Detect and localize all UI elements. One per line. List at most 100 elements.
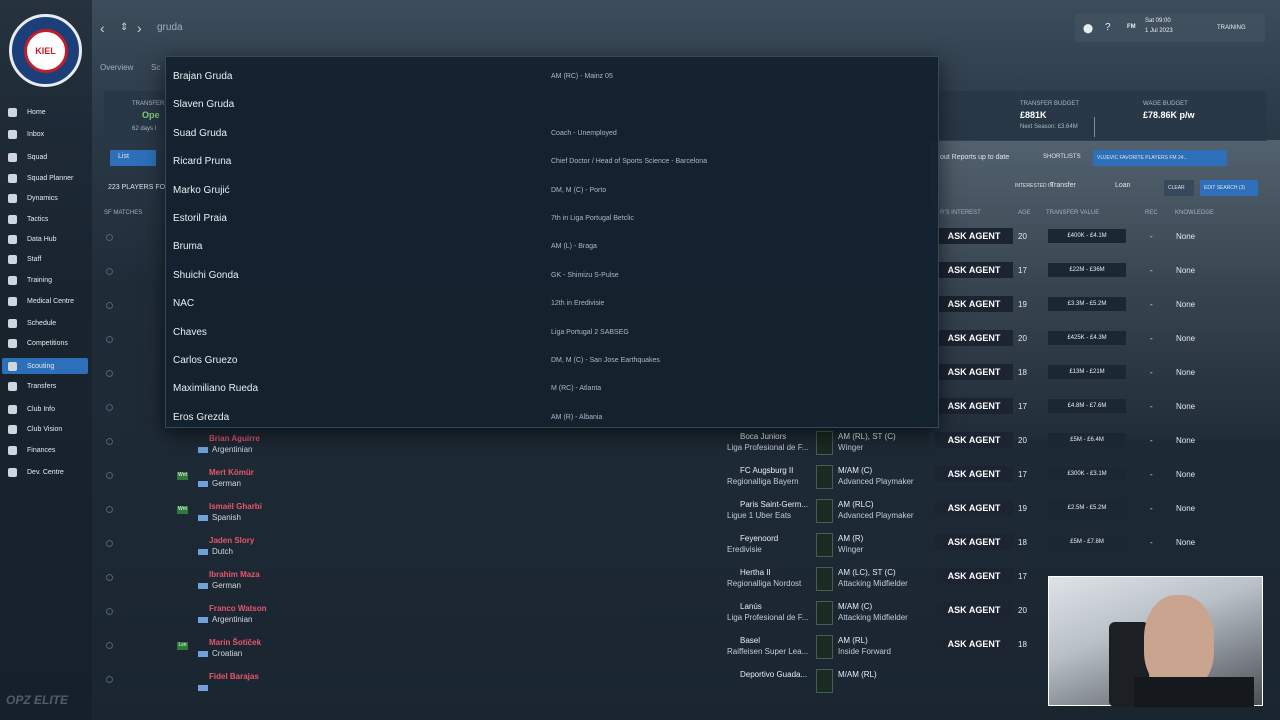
sidebar-item-training[interactable]: Training <box>2 272 88 288</box>
transfer-checkbox-label[interactable]: Transfer <box>1050 182 1076 198</box>
table-row[interactable]: Jaden Slory Dutch Feyenoord Eredivisie AM (R… <box>104 530 1267 564</box>
player-club[interactable]: Feyenoord <box>740 534 778 543</box>
sidebar-item-dynamics[interactable]: Dynamics <box>2 190 88 206</box>
continue-status[interactable]: TRAINING <box>1217 25 1246 31</box>
col-sf-matches[interactable]: SF MATCHES <box>104 210 142 216</box>
back-arrow-icon[interactable]: ‹ <box>100 20 105 36</box>
search-result-item[interactable]: Eros Grezda AM (R) - Albania <box>166 403 940 431</box>
col-interest[interactable]: R'S INTEREST <box>940 210 981 216</box>
search-result-item[interactable]: Suad Gruda Coach - Unemployed <box>166 119 940 147</box>
sidebar-item-home[interactable]: Home <box>2 104 88 120</box>
search-result-item[interactable]: Shuichi Gonda GK - Shimizu S-Pulse <box>166 261 940 289</box>
sidebar-item-tactics[interactable]: Tactics <box>2 211 88 227</box>
sidebar-item-squad[interactable]: Squad <box>2 149 88 165</box>
search-result-item[interactable]: Ricard Pruna Chief Doctor / Head of Sport… <box>166 147 940 175</box>
search-result-item[interactable]: Maximiliano Rueda M (RC) - Atlanta <box>166 374 940 402</box>
fm-label[interactable]: FM <box>1127 24 1136 30</box>
sidebar-item-medical-centre[interactable]: Medical Centre <box>2 293 88 309</box>
search-results-dropdown[interactable]: Brajan Gruda AM (RC) - Mainz 05 Slaven Gru… <box>165 56 1095 431</box>
sidebar-item-finances[interactable]: Finances <box>2 442 88 458</box>
tab-overview[interactable]: Overview <box>100 63 133 72</box>
ask-agent-button[interactable]: ASK AGENT <box>935 330 1013 346</box>
player-name[interactable]: Ismaël Gharbi <box>209 502 262 511</box>
ask-agent-button[interactable]: ASK AGENT <box>935 432 1013 448</box>
sidebar-item-competitions[interactable]: Competitions <box>2 335 88 351</box>
tab-scouting[interactable]: Sc <box>151 63 160 72</box>
pin-icon[interactable]: ⬤ <box>1083 23 1093 34</box>
ask-agent-button[interactable]: ASK AGENT <box>935 398 1013 414</box>
player-club[interactable]: FC Augsburg II <box>740 466 793 475</box>
player-name[interactable]: Marin Šotiček <box>209 638 261 647</box>
player-name[interactable]: Brian Aguirre <box>209 434 260 443</box>
search-result-item[interactable]: Chaves Liga Portugal 2 SABSEG <box>166 318 940 346</box>
player-club[interactable]: Basel <box>740 636 760 645</box>
table-row[interactable]: Brian Aguirre Argentinian Boca Juniors Liga… <box>104 428 1267 462</box>
select-dot[interactable] <box>106 642 113 649</box>
select-dot[interactable] <box>106 472 113 479</box>
select-dot[interactable] <box>106 370 113 377</box>
search-result-item[interactable]: Carlos Gruezo DM, M (C) - San Jose Earthq… <box>166 346 940 374</box>
date-continue-bar[interactable]: ⬤ ? FM Sat 09:00 1 Jul 2023 TRAINING <box>1075 14 1265 42</box>
col-age[interactable]: AGE <box>1018 210 1031 216</box>
search-result-item[interactable]: Bruma AM (L) - Braga <box>166 232 940 260</box>
loan-checkbox-label[interactable]: Loan <box>1115 182 1131 198</box>
select-dot[interactable] <box>106 336 113 343</box>
sidebar-item-club-info[interactable]: Club Info <box>2 401 88 417</box>
select-dot[interactable] <box>106 234 113 241</box>
clear-button[interactable]: CLEAR <box>1164 180 1194 196</box>
col-knowledge[interactable]: KNOWLEDGE <box>1175 210 1214 216</box>
sidebar-item-inbox[interactable]: Inbox <box>2 126 88 142</box>
col-rec[interactable]: REC <box>1145 210 1158 216</box>
select-dot[interactable] <box>106 404 113 411</box>
search-input[interactable]: gruda <box>157 22 183 33</box>
select-dot[interactable] <box>106 676 113 683</box>
player-name[interactable]: Franco Watson <box>209 604 266 613</box>
help-icon[interactable]: ? <box>1105 22 1111 33</box>
edit-search-button[interactable]: EDIT SEARCH (3) <box>1200 180 1258 196</box>
select-dot[interactable] <box>106 268 113 275</box>
sidebar-item-data-hub[interactable]: Data Hub <box>2 231 88 247</box>
sidebar-item-staff[interactable]: Staff <box>2 251 88 267</box>
player-club[interactable]: Boca Juniors <box>740 432 786 441</box>
ask-agent-button[interactable]: ASK AGENT <box>935 466 1013 482</box>
search-result-item[interactable]: Marko Grujić DM, M (C) - Porto <box>166 176 940 204</box>
sidebar-item-dev-centre[interactable]: Dev. Centre <box>2 464 88 480</box>
player-club[interactable]: Hertha II <box>740 568 771 577</box>
player-name[interactable]: Mert Kömür <box>209 468 254 477</box>
forward-arrow-icon[interactable]: › <box>137 20 142 36</box>
player-club[interactable]: Lanús <box>740 602 762 611</box>
search-result-item[interactable]: NAC 12th in Eredivisie <box>166 289 940 317</box>
ask-agent-button[interactable]: ASK AGENT <box>935 228 1013 244</box>
ask-agent-button[interactable]: ASK AGENT <box>935 296 1013 312</box>
club-crest[interactable]: KIEL <box>9 14 82 87</box>
search-result-item[interactable]: Estoril Praia 7th in Liga Portugal Betcli… <box>166 204 940 232</box>
ask-agent-button[interactable]: ASK AGENT <box>935 602 1013 618</box>
player-club[interactable]: Paris Saint-Germ... <box>740 500 808 509</box>
ask-agent-button[interactable]: ASK AGENT <box>935 636 1013 652</box>
player-name[interactable]: Jaden Slory <box>209 536 254 545</box>
search-result-item[interactable]: Slaven Gruda <box>166 90 940 118</box>
sidebar-item-club-vision[interactable]: Club Vision <box>2 421 88 437</box>
select-dot[interactable] <box>106 438 113 445</box>
ask-agent-button[interactable]: ASK AGENT <box>935 262 1013 278</box>
search-result-item[interactable]: Brajan Gruda AM (RC) - Mainz 05 <box>166 62 940 90</box>
sidebar-item-scouting[interactable]: Scouting <box>2 358 88 374</box>
dropdown-scrollbar[interactable] <box>1094 117 1095 137</box>
select-dot[interactable] <box>106 302 113 309</box>
player-name[interactable]: Fidel Barajas <box>209 672 259 681</box>
shortlist-select[interactable]: VUJEVIC FAVORITE PLAYERS FM 24... <box>1093 150 1227 166</box>
ask-agent-button[interactable]: ASK AGENT <box>935 500 1013 516</box>
table-row[interactable]: Wnt Ismaël Gharbi Spanish Paris Saint-Germ.… <box>104 496 1267 530</box>
table-row[interactable]: Wnt Mert Kömür German FC Augsburg II Regiona… <box>104 462 1267 496</box>
select-dot[interactable] <box>106 608 113 615</box>
player-club[interactable]: Deportivo Guada... <box>740 670 807 679</box>
sidebar-item-squad-planner[interactable]: Squad Planner <box>2 170 88 186</box>
list-view-button[interactable]: List <box>110 150 156 166</box>
ask-agent-button[interactable]: ASK AGENT <box>935 568 1013 584</box>
sidebar-item-transfers[interactable]: Transfers <box>2 378 88 394</box>
player-name[interactable]: Ibrahim Maza <box>209 570 260 579</box>
sidebar-item-schedule[interactable]: Schedule <box>2 315 88 331</box>
select-dot[interactable] <box>106 540 113 547</box>
col-value[interactable]: TRANSFER VALUE <box>1046 210 1099 216</box>
select-dot[interactable] <box>106 574 113 581</box>
